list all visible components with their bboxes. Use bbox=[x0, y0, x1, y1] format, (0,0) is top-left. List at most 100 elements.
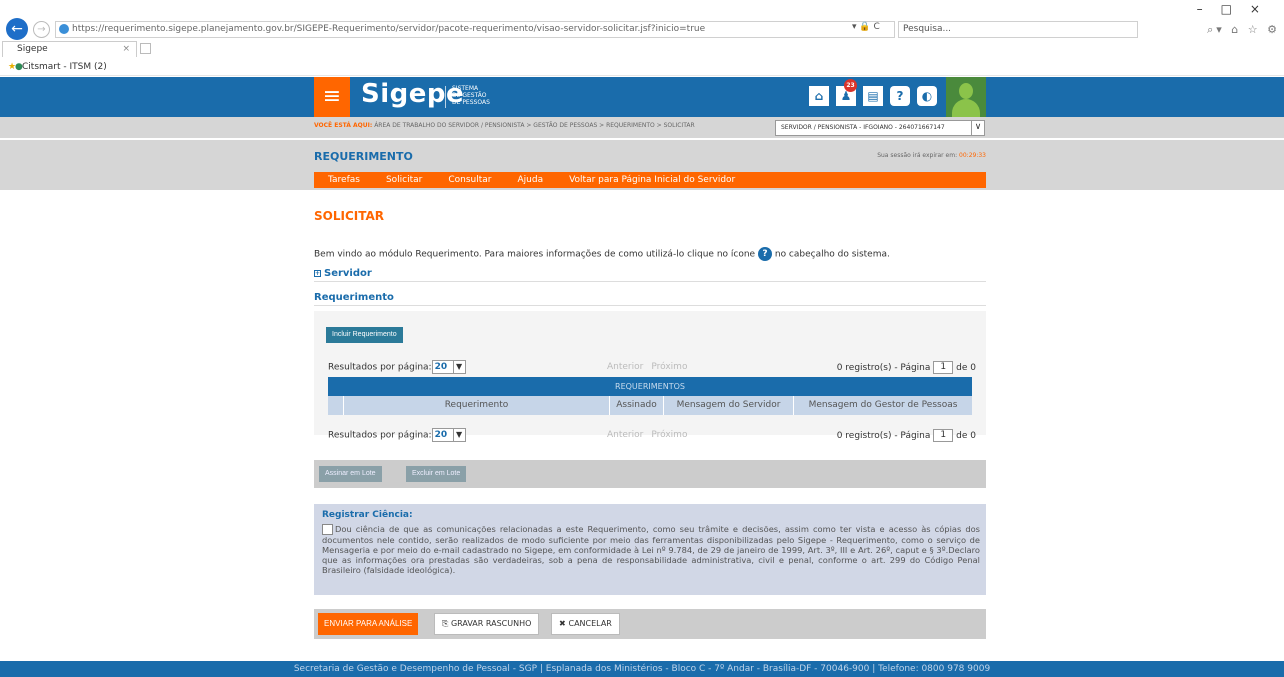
url-text: https://requerimento.sigepe.planejamento… bbox=[72, 24, 706, 34]
col-mensagem-servidor[interactable]: Mensagem do Servidor bbox=[664, 396, 794, 415]
record-count: 0 registro(s) - Página 1 de 0 bbox=[837, 361, 976, 374]
page-input[interactable]: 1 bbox=[933, 429, 954, 442]
ciencia-text: Dou ciência de que as comunicações relac… bbox=[322, 524, 980, 575]
browser-search-input[interactable]: Pesquisa... bbox=[898, 21, 1138, 38]
session-label: Sua sessão irá expirar em: bbox=[877, 152, 958, 159]
breadcrumb-band: VOCÊ ESTÁ AQUI: ÁREA DE TRABALHO DO SERV… bbox=[0, 117, 1284, 138]
incluir-requerimento-button[interactable]: Incluir Requerimento bbox=[326, 327, 403, 343]
nav-item-solicitar[interactable]: Solicitar bbox=[386, 175, 422, 185]
favorite-site-icon: ● bbox=[15, 62, 23, 72]
of-label: de 0 bbox=[956, 363, 976, 373]
next-link[interactable]: Próximo bbox=[651, 362, 687, 372]
pager-bottom: Resultados por página: 20 ▼ Anterior Próxim… bbox=[328, 428, 976, 444]
favorites-bar: ★ ● Citsmart - ITSM (2) bbox=[0, 59, 1284, 76]
form-actions: ENVIAR PARA ANÁLISE ⎘ GRAVAR RASCUNHO ✖ … bbox=[314, 609, 986, 639]
logo-subtitle: SISTEMA DE GESTÃO DE PESSOAS bbox=[452, 85, 490, 106]
gravar-rascunho-button[interactable]: ⎘ GRAVAR RASCUNHO bbox=[434, 613, 540, 635]
select-all-column[interactable] bbox=[328, 396, 344, 415]
hamburger-menu-icon[interactable]: ≡ bbox=[314, 77, 350, 117]
ciencia-checkbox[interactable] bbox=[322, 524, 333, 535]
col-assinado[interactable]: Assinado bbox=[610, 396, 664, 415]
book-icon[interactable]: ▤ bbox=[863, 86, 883, 106]
records-label: 0 registro(s) - Página bbox=[836, 431, 931, 441]
avatar[interactable] bbox=[946, 77, 986, 117]
close-tab-icon[interactable]: × bbox=[122, 42, 130, 57]
requerimento-section-title: Requerimento bbox=[314, 292, 986, 306]
servidor-label: Servidor bbox=[324, 268, 372, 279]
module-nav: Tarefas Solicitar Consultar Ajuda Voltar par… bbox=[314, 172, 986, 188]
forward-arrow-icon[interactable]: → bbox=[33, 21, 50, 38]
page-input[interactable]: 1 bbox=[933, 361, 954, 374]
ciencia-title: Registrar Ciência: bbox=[322, 510, 413, 520]
per-page-value: 20 bbox=[434, 430, 448, 440]
enviar-analise-button[interactable]: ENVIAR PARA ANÁLISE bbox=[318, 613, 419, 635]
table-header: Requerimento Assinado Mensagem do Servid… bbox=[328, 396, 972, 415]
address-row: ← → https://requerimento.sigepe.planejam… bbox=[0, 18, 1284, 40]
address-bar[interactable]: https://requerimento.sigepe.planejamento… bbox=[55, 21, 895, 38]
cancelar-label: CANCELAR bbox=[568, 619, 612, 628]
help-icon[interactable]: ? bbox=[890, 86, 910, 106]
home-icon[interactable]: ⌂ bbox=[809, 86, 829, 106]
servidor-section-toggle[interactable]: + Servidor bbox=[314, 268, 986, 282]
favorite-link[interactable]: Citsmart - ITSM (2) bbox=[22, 62, 107, 72]
logo-divider bbox=[445, 86, 446, 108]
welcome-before: Bem vindo ao módulo Requerimento. Para m… bbox=[314, 249, 756, 260]
prev-link[interactable]: Anterior bbox=[607, 362, 643, 372]
records-label: 0 registro(s) - Página bbox=[836, 363, 931, 373]
of-label: de 0 bbox=[956, 431, 976, 441]
col-mensagem-gestor[interactable]: Mensagem do Gestor de Pessoas bbox=[794, 396, 972, 415]
browser-tab[interactable]: Sigepe × bbox=[2, 41, 137, 57]
breadcrumb-path[interactable]: ÁREA DE TRABALHO DO SERVIDOR / PENSIONIS… bbox=[374, 122, 694, 129]
help-icon: ? bbox=[757, 247, 772, 261]
window-controls[interactable]: –□× bbox=[1197, 2, 1278, 16]
title-band: REQUERIMENTO Sua sessão irá expirar em: … bbox=[0, 140, 1284, 190]
excluir-lote-button[interactable]: Excluir em Lote bbox=[406, 466, 467, 482]
back-arrow-icon[interactable]: ← bbox=[6, 18, 28, 40]
chevron-down-icon[interactable]: ▼ bbox=[452, 361, 465, 373]
session-timer: Sua sessão irá expirar em: 00:29:33 bbox=[877, 152, 986, 159]
chevron-down-icon[interactable]: ∨ bbox=[971, 121, 984, 135]
profile-select[interactable]: SERVIDOR / PENSIONISTA - IFGOIANO - 2640… bbox=[775, 120, 985, 136]
browser-chrome: –□× ← → https://requerimento.sigepe.plan… bbox=[0, 0, 1284, 77]
per-page-value: 20 bbox=[434, 362, 448, 372]
record-count: 0 registro(s) - Página 1 de 0 bbox=[837, 429, 976, 442]
contrast-icon[interactable]: ◐ bbox=[917, 86, 937, 106]
sigepe-logo[interactable]: Sigepe bbox=[361, 79, 464, 109]
page-nav: Anterior Próximo bbox=[607, 362, 695, 372]
profile-select-value: SERVIDOR / PENSIONISTA - IFGOIANO - 2640… bbox=[781, 124, 945, 131]
requerimento-panel: Incluir Requerimento Resultados por pági… bbox=[314, 311, 986, 442]
per-page-select[interactable]: 20 ▼ bbox=[431, 428, 466, 442]
batch-actions: Assinar em Lote Excluir em Lote bbox=[314, 460, 986, 488]
next-link[interactable]: Próximo bbox=[651, 430, 687, 440]
new-tab-button[interactable] bbox=[140, 43, 151, 54]
pager-top: Resultados por página: 20 ▼ Anterior Próxim… bbox=[328, 360, 976, 376]
assinar-lote-button[interactable]: Assinar em Lote bbox=[319, 466, 382, 482]
avatar-body bbox=[952, 99, 980, 117]
rascunho-label: GRAVAR RASCUNHO bbox=[450, 619, 532, 628]
chevron-down-icon[interactable]: ▼ bbox=[452, 429, 465, 441]
expand-icon[interactable]: + bbox=[314, 269, 321, 277]
tab-title: Sigepe bbox=[17, 44, 48, 54]
cancelar-button[interactable]: ✖ CANCELAR bbox=[551, 613, 620, 635]
prev-link[interactable]: Anterior bbox=[607, 430, 643, 440]
nav-item-tarefas[interactable]: Tarefas bbox=[328, 175, 360, 185]
url-tools[interactable]: ▾ 🔒 C bbox=[852, 22, 880, 32]
logo-sub-line: DE PESSOAS bbox=[452, 99, 490, 106]
breadcrumb-here-label: VOCÊ ESTÁ AQUI: bbox=[314, 122, 373, 129]
per-page-select[interactable]: 20 ▼ bbox=[431, 360, 466, 374]
notification-badge: 23 bbox=[844, 79, 857, 92]
module-title: REQUERIMENTO bbox=[314, 150, 413, 163]
browser-toolbar-icons[interactable]: ⌕▾ ⌂ ☆ ⚙ bbox=[1207, 23, 1280, 37]
nav-item-ajuda[interactable]: Ajuda bbox=[518, 175, 544, 185]
session-time: 00:29:33 bbox=[959, 152, 986, 159]
app-header: ≡ Sigepe SISTEMA DE GESTÃO DE PESSOAS ⌂ … bbox=[0, 77, 1284, 117]
logo-sub-line: DE GESTÃO bbox=[452, 92, 487, 99]
avatar-head bbox=[959, 83, 973, 99]
registrar-ciencia-panel: Registrar Ciência: Dou ciência de que as… bbox=[314, 504, 986, 595]
welcome-after: no cabeçalho do sistema. bbox=[774, 249, 890, 260]
per-page-label: Resultados por página: bbox=[328, 362, 432, 373]
nav-item-voltar[interactable]: Voltar para Página Inicial do Servidor bbox=[569, 175, 735, 185]
col-requerimento[interactable]: Requerimento bbox=[344, 396, 610, 415]
nav-item-consultar[interactable]: Consultar bbox=[448, 175, 491, 185]
per-page-label: Resultados por página: bbox=[328, 430, 432, 441]
